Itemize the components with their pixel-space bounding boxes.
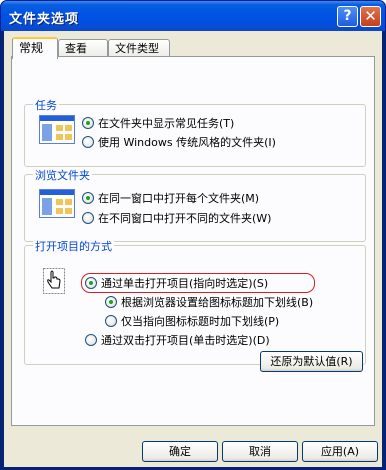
radio-label: 通过单击打开项目(指向时选定)(S) bbox=[101, 277, 269, 290]
radio-underline-point[interactable]: 仅当指向图标标题时加下划线(P) bbox=[105, 313, 279, 329]
browse-preview-icon bbox=[39, 189, 75, 218]
ok-button[interactable]: 确定 bbox=[142, 441, 218, 462]
radio-indicator[interactable] bbox=[105, 315, 117, 327]
radio-indicator[interactable] bbox=[82, 212, 94, 224]
radio-show-common-tasks[interactable]: 在文件夹中显示常见任务(T) bbox=[82, 115, 234, 131]
cancel-button[interactable]: 取消 bbox=[222, 441, 298, 462]
tab-strip: 常规 查看 文件类型 bbox=[9, 37, 369, 59]
dialog-client: 常规 查看 文件类型 任务 在文件夹中显示常见任务(T) 使用 Windows … bbox=[4, 31, 382, 467]
help-button[interactable]: ? bbox=[337, 6, 358, 27]
browse-group-label: 浏览文件夹 bbox=[33, 167, 92, 183]
tab-general[interactable]: 常规 bbox=[12, 37, 58, 59]
radio-indicator[interactable] bbox=[82, 192, 94, 204]
restore-defaults-button[interactable]: 还原为默认值(R) bbox=[260, 351, 363, 372]
radio-separate-window[interactable]: 在不同窗口中打开不同的文件夹(W) bbox=[82, 210, 271, 226]
radio-double-click[interactable]: 通过双击打开项目(单击时选定)(D) bbox=[85, 332, 270, 348]
window-title: 文件夹选项 bbox=[9, 12, 80, 27]
radio-label: 在不同窗口中打开不同的文件夹(W) bbox=[98, 212, 272, 225]
radio-single-click[interactable]: 通过单击打开项目(指向时选定)(S) bbox=[85, 275, 268, 291]
tasks-preview-icon bbox=[39, 115, 75, 144]
radio-label: 在文件夹中显示常见任务(T) bbox=[98, 117, 235, 130]
radio-same-window[interactable]: 在同一窗口中打开每个文件夹(M) bbox=[82, 190, 259, 206]
title-bar[interactable]: 文件夹选项 ? ✕ bbox=[1, 1, 385, 31]
hand-pointer-icon bbox=[43, 268, 65, 294]
open-items-group-label: 打开项目的方式 bbox=[33, 238, 114, 254]
browse-folders-group: 浏览文件夹 在同一窗口中打开每个文件夹(M) 在不同窗口中打开不同的文件夹(W) bbox=[24, 167, 366, 242]
radio-label: 通过双击打开项目(单击时选定)(D) bbox=[101, 334, 270, 347]
tasks-group-label: 任务 bbox=[33, 97, 59, 113]
tab-panel-general: 任务 在文件夹中显示常见任务(T) 使用 Windows 传统风格的文件夹(I)… bbox=[11, 56, 375, 426]
apply-button[interactable]: 应用(A) bbox=[302, 441, 378, 462]
tasks-group: 任务 在文件夹中显示常见任务(T) 使用 Windows 传统风格的文件夹(I) bbox=[24, 97, 366, 167]
radio-label: 使用 Windows 传统风格的文件夹(I) bbox=[98, 136, 276, 149]
radio-indicator[interactable] bbox=[82, 117, 94, 129]
radio-indicator[interactable] bbox=[85, 277, 97, 289]
radio-indicator[interactable] bbox=[105, 296, 117, 308]
radio-classic-folders[interactable]: 使用 Windows 传统风格的文件夹(I) bbox=[82, 134, 276, 150]
close-button[interactable]: ✕ bbox=[360, 6, 381, 27]
radio-label: 仅当指向图标标题时加下划线(P) bbox=[121, 315, 280, 328]
radio-label: 根据浏览器设置给图标标题加下划线(B) bbox=[121, 296, 314, 309]
radio-indicator[interactable] bbox=[85, 334, 97, 346]
radio-label: 在同一窗口中打开每个文件夹(M) bbox=[98, 192, 260, 205]
radio-underline-browser[interactable]: 根据浏览器设置给图标标题加下划线(B) bbox=[105, 294, 313, 310]
folder-options-window: 文件夹选项 ? ✕ 常规 查看 文件类型 任务 在文件夹中显示常见任务(T) 使… bbox=[0, 0, 386, 470]
radio-indicator[interactable] bbox=[82, 136, 94, 148]
open-items-group: 打开项目的方式 通过单击打开项目(指向时选定)(S) 根据浏览器设置给图标标题加… bbox=[24, 238, 366, 365]
